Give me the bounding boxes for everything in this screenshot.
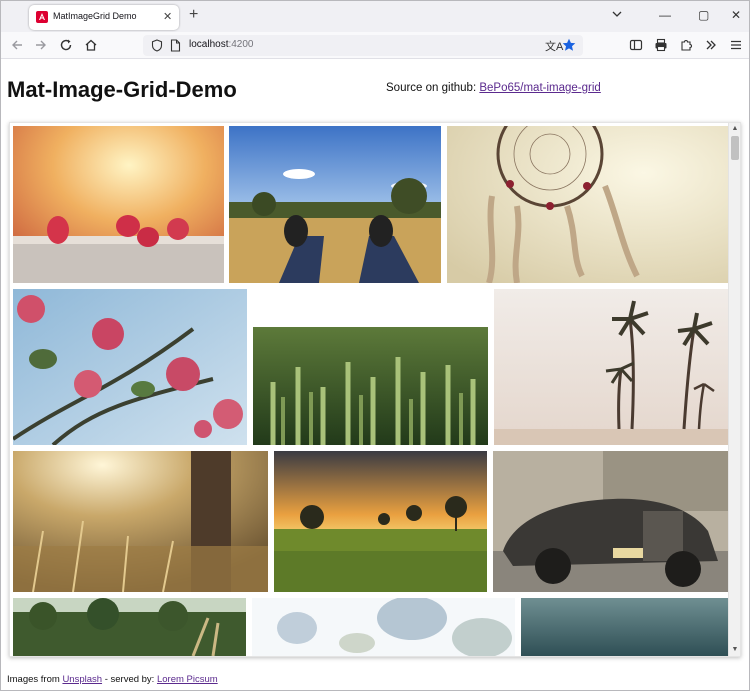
navigation-bar: localhost:4200 文A: [1, 32, 749, 59]
page-title: Mat-Image-Grid-Demo: [7, 77, 237, 102]
grid-image-dreamcatcher[interactable]: [447, 126, 728, 283]
scroll-up-arrow-icon[interactable]: ▲: [730, 124, 740, 134]
overflow-chevrons-icon[interactable]: [704, 38, 718, 52]
grid-scrollbar[interactable]: ▲ ▼: [728, 123, 740, 656]
source-line: Source on github: BePo65/mat-image-grid: [386, 82, 601, 94]
page-content: Mat-Image-Grid-Demo Source on github: Be…: [1, 60, 749, 690]
back-icon[interactable]: [10, 38, 24, 52]
scroll-down-arrow-icon[interactable]: ▼: [730, 645, 740, 655]
menu-icon[interactable]: [729, 38, 743, 52]
url-host: localhost: [189, 39, 229, 50]
angular-icon: [36, 11, 48, 23]
grid-image-wheat-field[interactable]: [253, 327, 488, 445]
grid-image-palm-trees[interactable]: [494, 289, 728, 445]
image-grid[interactable]: ▲ ▼: [9, 122, 741, 657]
footer-separator: - served by:: [104, 674, 155, 685]
grid-image-treeline-grass[interactable]: [13, 598, 246, 656]
grid-image-blurred-foliage[interactable]: [252, 598, 515, 656]
home-icon[interactable]: [84, 38, 98, 52]
address-bar[interactable]: localhost:4200 文A: [143, 35, 583, 56]
grid-image-sunset-trees[interactable]: [274, 451, 487, 592]
url-text: localhost:4200: [189, 39, 254, 50]
grid-image-teal-sky[interactable]: [521, 598, 728, 656]
lorem-picsum-link[interactable]: Lorem Picsum: [157, 674, 218, 685]
footer: Images from Unsplash - served by: Lorem …: [7, 674, 218, 685]
url-port: :4200: [228, 39, 254, 50]
tab-title: MatImageGrid Demo: [53, 11, 137, 21]
scrollbar-thumb[interactable]: [731, 136, 739, 160]
browser-window: MatImageGrid Demo ✕ + — ▢ ✕ localhost:42…: [0, 0, 750, 691]
shield-icon[interactable]: [151, 39, 163, 52]
footer-images-from: Images from: [7, 674, 60, 685]
new-tab-icon[interactable]: +: [189, 7, 198, 23]
sidebar-icon[interactable]: [629, 38, 643, 52]
chevron-down-icon[interactable]: [611, 9, 623, 19]
extensions-icon[interactable]: [679, 38, 693, 52]
grid-image-vintage-car[interactable]: [493, 451, 728, 592]
tab-strip: MatImageGrid Demo ✕ + — ▢ ✕: [1, 1, 749, 32]
github-link[interactable]: BePo65/mat-image-grid: [479, 82, 600, 94]
close-window-icon[interactable]: ✕: [731, 7, 741, 23]
page-icon[interactable]: [170, 39, 181, 52]
grid-image-raspberries[interactable]: [13, 126, 224, 283]
translate-icon[interactable]: 文A: [545, 38, 563, 54]
unsplash-link[interactable]: Unsplash: [62, 674, 102, 685]
grid-image-tree-trunk-sunlight[interactable]: [13, 451, 268, 592]
tab-matimagegrid-demo[interactable]: MatImageGrid Demo ✕: [29, 5, 179, 30]
maximize-icon[interactable]: ▢: [698, 7, 709, 23]
grid-image-sneakers-on-field[interactable]: [229, 126, 441, 283]
minimize-icon[interactable]: —: [659, 7, 671, 23]
reload-icon[interactable]: [59, 38, 73, 52]
source-label: Source on github:: [386, 82, 477, 94]
close-tab-icon[interactable]: ✕: [163, 10, 172, 23]
grid-image-pink-flowers-sky[interactable]: [13, 289, 247, 445]
bookmark-star-icon[interactable]: [562, 38, 576, 52]
print-icon[interactable]: [654, 38, 668, 52]
forward-icon[interactable]: [34, 38, 48, 52]
